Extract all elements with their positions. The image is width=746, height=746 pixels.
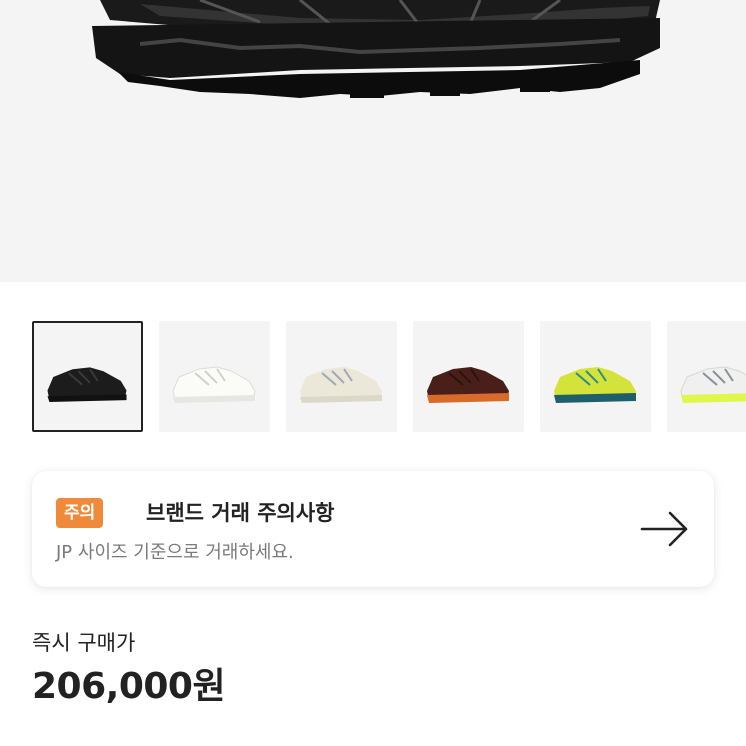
white-sneaker-thumb xyxy=(172,366,256,403)
lime-teal-sneaker-thumb xyxy=(554,367,636,403)
thumbnail-3[interactable] xyxy=(286,321,397,432)
cream-sneaker-thumb xyxy=(300,367,382,403)
brown-orange-sneaker-thumb xyxy=(427,367,509,403)
thumbnail-6[interactable] xyxy=(667,321,746,432)
instant-buy-price: 206,000원 xyxy=(32,666,226,707)
thumbnail-4[interactable] xyxy=(413,321,524,432)
caution-badge: 주의 xyxy=(56,498,104,528)
thumbnail-5[interactable] xyxy=(540,321,651,432)
white-neon-sneaker-thumb xyxy=(680,366,746,403)
thumbnail-1[interactable] xyxy=(32,321,143,432)
black-sneaker-thumb xyxy=(47,367,127,403)
arrow-right-icon[interactable] xyxy=(640,509,690,549)
notice-title: 브랜드 거래 주의사항 xyxy=(146,501,335,525)
instant-buy-price-label: 즉시 구매가 xyxy=(32,631,136,655)
thumbnail-strip[interactable] xyxy=(32,321,746,433)
notice-subtitle: JP 사이즈 기준으로 거래하세요. xyxy=(56,542,294,563)
brand-trade-notice-card[interactable]: 주의 브랜드 거래 주의사항 JP 사이즈 기준으로 거래하세요. xyxy=(32,471,714,587)
product-main-image[interactable] xyxy=(0,0,746,282)
thumbnail-2[interactable] xyxy=(159,321,270,432)
black-sneaker-main-image xyxy=(92,0,660,98)
